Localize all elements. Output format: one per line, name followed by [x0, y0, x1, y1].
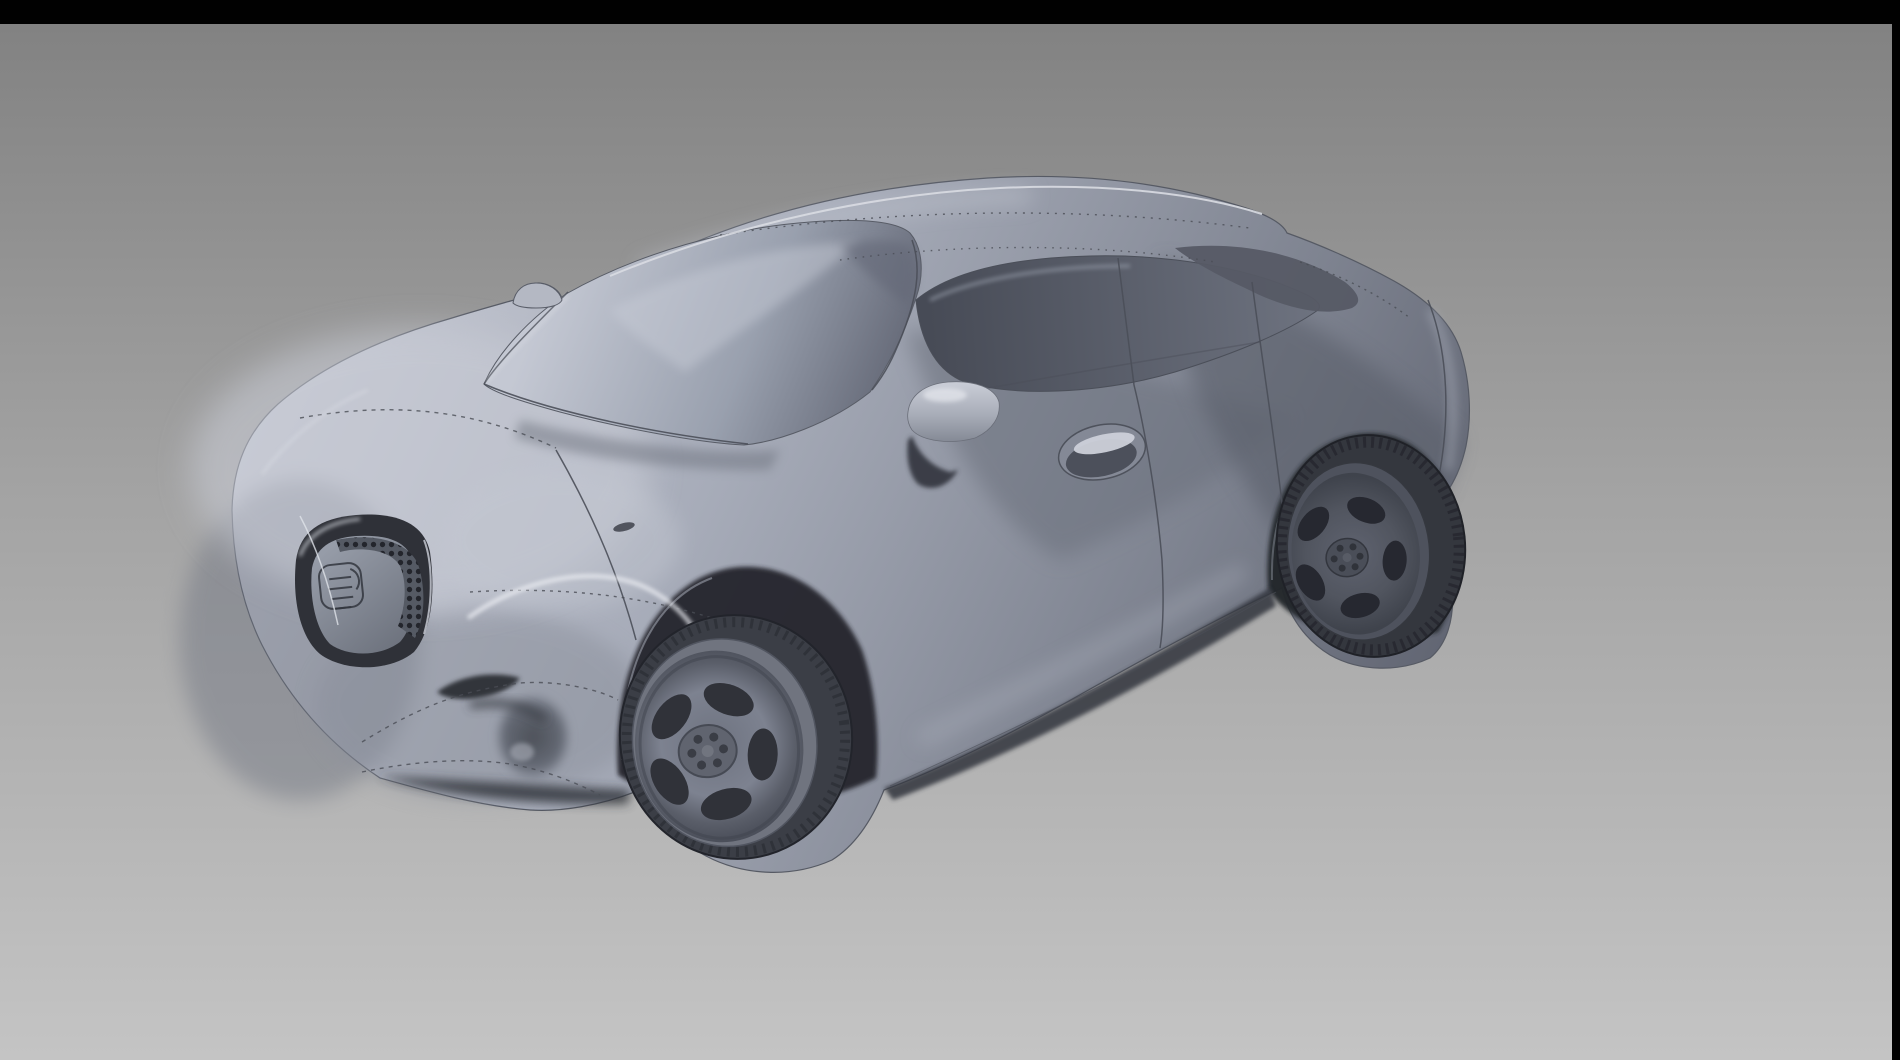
cad-viewport[interactable]	[0, 24, 1892, 1060]
top-letterbox-bar	[0, 0, 1900, 24]
right-letterbox-bar	[1892, 0, 1900, 1060]
application-window	[0, 0, 1900, 1060]
